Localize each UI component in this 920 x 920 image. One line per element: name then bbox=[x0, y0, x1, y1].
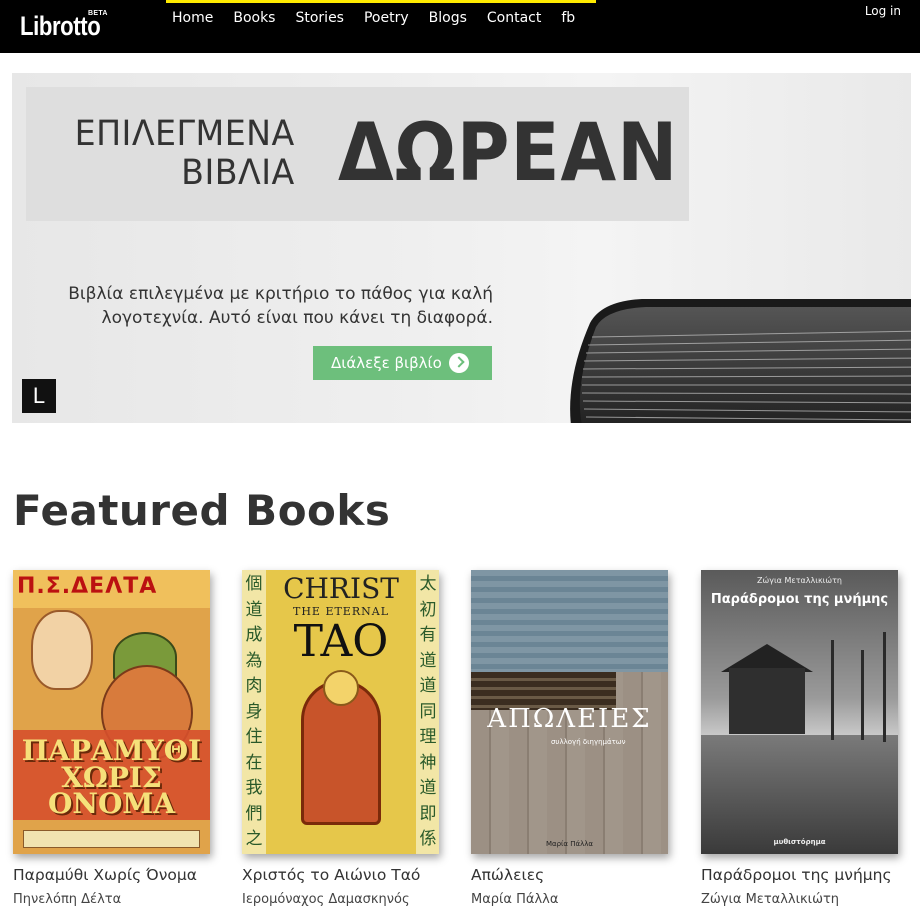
book-author[interactable]: Πηνελόπη Δέλτα bbox=[13, 892, 210, 907]
book-title[interactable]: Χριστός το Αιώνιο Ταό bbox=[242, 866, 439, 884]
nav-item-books[interactable]: Books bbox=[233, 10, 275, 26]
choose-book-label: Διάλεξε βιβλίο bbox=[331, 354, 442, 372]
choose-book-button[interactable]: Διάλεξε βιβλίο bbox=[313, 346, 492, 380]
book-title[interactable]: Παραμύθι Χωρίς Όνομα bbox=[13, 866, 210, 884]
featured-books-heading: Featured Books bbox=[13, 486, 391, 535]
cover-footer-band bbox=[23, 830, 200, 848]
nav-item-fb[interactable]: fb bbox=[561, 10, 575, 26]
book-cover[interactable]: 個道成為肉身住在我們之中 CHRIST THE ETERNAL TAO 太初有道… bbox=[242, 570, 439, 854]
navbar: Librotto BETA Home Books Stories Poetry … bbox=[0, 0, 920, 53]
book-author[interactable]: Μαρία Πάλλα bbox=[471, 892, 668, 907]
book-author[interactable]: Ιερομόναχος Δαμασκηνός bbox=[242, 892, 439, 907]
hero-line-2: ΒΙΒΛΙΑ bbox=[181, 153, 295, 194]
book-card[interactable]: ΑΠΩΛΕΙΕΣ συλλογή διηγημάτων Μαρία Πάλλα … bbox=[471, 570, 668, 907]
librotto-badge-icon: L bbox=[22, 379, 56, 413]
cover-title-text: ΑΠΩΛΕΙΕΣ bbox=[487, 704, 652, 734]
nav-item-stories[interactable]: Stories bbox=[295, 10, 344, 26]
hero-headline: ΔΩΡΕΑΝ bbox=[338, 106, 679, 199]
cover-title-line-1: CHRIST bbox=[283, 572, 399, 605]
cover-water bbox=[471, 570, 668, 680]
login-link[interactable]: Log in bbox=[865, 4, 901, 18]
cover-title-line-3: TAO bbox=[293, 616, 389, 667]
cover-tree bbox=[883, 632, 886, 742]
book-card[interactable]: Π.Σ.ΔΕΛΤΑ ΠΑΡΑΜΥΘΙ ΧΩΡΙΣ ΟΝΟΜΑ Παραμύθι … bbox=[13, 570, 210, 907]
cover-footer-text: Μαρία Πάλλα bbox=[545, 840, 594, 848]
book-cover[interactable]: Π.Σ.ΔΕΛΤΑ ΠΑΡΑΜΥΘΙ ΧΩΡΙΣ ΟΝΟΜΑ bbox=[13, 570, 210, 854]
nav-item-blogs[interactable]: Blogs bbox=[429, 10, 467, 26]
cover-center-panel: CHRIST THE ETERNAL TAO bbox=[266, 570, 416, 854]
nav-item-contact[interactable]: Contact bbox=[487, 10, 541, 26]
main-nav: Home Books Stories Poetry Blogs Contact … bbox=[172, 10, 595, 26]
cover-ground bbox=[701, 735, 898, 854]
cover-title-text: ΠΑΡΑΜΥΘΙ ΧΩΡΙΣ ΟΝΟΜΑ bbox=[21, 734, 202, 821]
nav-item-poetry[interactable]: Poetry bbox=[364, 10, 409, 26]
book-illustration bbox=[570, 299, 911, 423]
cover-title-text: Παράδρομοι της μνήμης bbox=[710, 592, 889, 607]
book-card[interactable]: 個道成為肉身住在我們之中 CHRIST THE ETERNAL TAO 太初有道… bbox=[242, 570, 439, 907]
nav-item-home[interactable]: Home bbox=[172, 10, 213, 26]
book-card[interactable]: Ζώγια Μεταλλικιώτη Παράδρομοι της μνήμης… bbox=[701, 570, 898, 907]
cover-halo bbox=[323, 670, 359, 706]
cover-footer-text: μυθιστόρημα bbox=[773, 838, 826, 846]
hero-description: Βιβλία επιλεγμένα με κριτήριο το πάθος γ… bbox=[68, 284, 493, 328]
cover-author-text: Ζώγια Μεταλλικιώτη bbox=[757, 576, 842, 585]
book-author[interactable]: Ζώγια Μεταλλικιώτη bbox=[701, 892, 898, 907]
cover-tree bbox=[831, 640, 834, 740]
book-title[interactable]: Απώλειες bbox=[471, 866, 668, 884]
hero-line-1: ΕΠΙΛΕΓΜΕΝΑ bbox=[74, 114, 295, 154]
cover-right-column: 太初有道道同理神道即係神 bbox=[416, 570, 439, 854]
book-cover[interactable]: Ζώγια Μεταλλικιώτη Παράδρομοι της μνήμης… bbox=[701, 570, 898, 854]
cover-character-1 bbox=[31, 610, 93, 690]
cover-header-text: Π.Σ.ΔΕΛΤΑ bbox=[17, 574, 158, 599]
book-title[interactable]: Παράδρομοι της μνήμης bbox=[701, 866, 898, 884]
cover-subtitle-text: συλλογή διηγημάτων bbox=[551, 738, 626, 746]
cover-left-column: 個道成為肉身住在我們之中 bbox=[242, 570, 266, 854]
book-cover[interactable]: ΑΠΩΛΕΙΕΣ συλλογή διηγημάτων Μαρία Πάλλα bbox=[471, 570, 668, 854]
cover-tree bbox=[861, 650, 864, 740]
nav-accent-bar bbox=[166, 0, 596, 3]
hero-banner[interactable]: ΕΠΙΛΕΓΜΕΝΑ ΒΙΒΛΙΑ ΔΩΡΕΑΝ Βιβλία επιλεγμέ… bbox=[12, 73, 911, 423]
beta-badge: BETA bbox=[88, 10, 108, 17]
hero-subtitle: ΕΠΙΛΕΓΜΕΝΑ ΒΙΒΛΙΑ bbox=[74, 114, 295, 194]
cover-house bbox=[729, 668, 805, 734]
chevron-circle-right-icon bbox=[449, 353, 469, 373]
hero-title-box: ΕΠΙΛΕΓΜΕΝΑ ΒΙΒΛΙΑ ΔΩΡΕΑΝ bbox=[26, 87, 689, 221]
